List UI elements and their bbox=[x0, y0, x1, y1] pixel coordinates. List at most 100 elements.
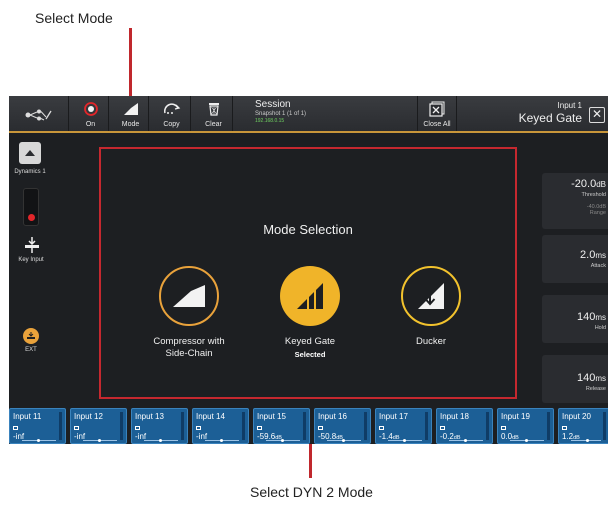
strip-meter bbox=[181, 412, 184, 440]
channel-strip[interactable]: Input 16 -50.8dB bbox=[314, 408, 371, 444]
hold-param[interactable]: 140ms Hold bbox=[542, 295, 608, 343]
copy-icon bbox=[163, 98, 181, 120]
ducker-icon bbox=[401, 266, 461, 326]
channel-name: Input 1 bbox=[557, 101, 582, 110]
dynamics-up-button[interactable] bbox=[19, 142, 41, 164]
routing-button[interactable] bbox=[9, 96, 69, 131]
strip-fader bbox=[510, 439, 544, 442]
key-input-icon bbox=[25, 237, 39, 253]
strip-select-icon bbox=[440, 426, 445, 430]
strip-select-icon bbox=[74, 426, 79, 430]
ext-label: EXT bbox=[25, 347, 37, 353]
close-all-icon bbox=[429, 98, 445, 120]
clear-button[interactable]: Clear bbox=[195, 96, 233, 131]
strip-fader bbox=[144, 439, 178, 442]
on-button[interactable]: On bbox=[73, 96, 109, 131]
top-toolbar: On Mode Copy Clear Session Snapshot 1 (1… bbox=[9, 96, 608, 133]
close-all-button[interactable]: Close All bbox=[417, 96, 457, 131]
key-input-label: Key Input bbox=[18, 257, 44, 263]
ducker-label: Ducker bbox=[415, 336, 447, 347]
channel-strip[interactable]: Input 11 -inf bbox=[9, 408, 66, 444]
strip-name: Input 13 bbox=[135, 412, 164, 421]
strip-name: Input 11 bbox=[13, 412, 42, 421]
channel-strips: Input 11 -inf Input 12 -inf Input 13 -inf I… bbox=[9, 408, 608, 444]
session-ip: 192.168.0.15 bbox=[255, 118, 285, 124]
strip-name: Input 19 bbox=[501, 412, 530, 421]
compressor-label-2: Side-Chain bbox=[165, 348, 213, 359]
strip-fader bbox=[22, 439, 56, 442]
on-label: On bbox=[85, 121, 96, 128]
session-title: Session bbox=[255, 99, 291, 110]
selected-badge: Selected bbox=[294, 350, 326, 359]
channel-strip[interactable]: Input 19 0.0dB bbox=[497, 408, 554, 444]
annotation-select-mode: Select Mode bbox=[35, 10, 113, 26]
strip-fader bbox=[83, 439, 117, 442]
strip-fader bbox=[449, 439, 483, 442]
strip-fader bbox=[266, 439, 300, 442]
strip-meter bbox=[547, 412, 550, 440]
panel-title: Mode Selection bbox=[263, 222, 353, 237]
ext-icon bbox=[27, 332, 35, 339]
strip-meter bbox=[364, 412, 367, 440]
release-value: 140ms bbox=[576, 372, 606, 384]
strip-name: Input 14 bbox=[196, 412, 225, 421]
channel-title: Input 1 Keyed Gate bbox=[519, 101, 582, 125]
threshold-value: -20.0dB bbox=[571, 178, 606, 190]
threshold-param[interactable]: -20.0dB Threshold -40.0dB Range bbox=[542, 173, 608, 229]
channel-strip[interactable]: Input 20 1.2dB bbox=[558, 408, 608, 444]
mode-icon bbox=[123, 98, 139, 120]
clear-label: Clear bbox=[205, 121, 222, 128]
keyed-gate-icon bbox=[280, 266, 340, 326]
mode-selection-panel: Mode Selection Compressor with Side-Chai… bbox=[99, 147, 517, 399]
strip-fader bbox=[327, 439, 361, 442]
session-info[interactable]: Session Snapshot 1 (1 of 1) 192.168.0.15 bbox=[255, 99, 306, 124]
range-label: Range bbox=[589, 210, 606, 216]
strip-meter bbox=[242, 412, 245, 440]
strip-select-icon bbox=[196, 426, 201, 430]
dynamics-label: Dynamics 1 bbox=[14, 169, 46, 175]
attack-param[interactable]: 2.0ms Attack bbox=[542, 235, 608, 283]
strip-meter bbox=[486, 412, 489, 440]
power-icon bbox=[83, 98, 99, 120]
mode-keyed-gate[interactable]: Keyed Gate Selected bbox=[265, 266, 355, 361]
strip-meter bbox=[425, 412, 428, 440]
strip-name: Input 20 bbox=[562, 412, 591, 421]
channel-strip[interactable]: Input 14 -inf bbox=[192, 408, 249, 444]
copy-label: Copy bbox=[163, 121, 180, 128]
triangle-up-icon bbox=[25, 150, 35, 156]
release-param[interactable]: 140ms Release bbox=[542, 355, 608, 403]
channel-strip[interactable]: Input 17 -1.4dB bbox=[375, 408, 432, 444]
ext-button[interactable] bbox=[23, 328, 39, 344]
annotation-line-top bbox=[129, 28, 132, 98]
copy-button[interactable]: Copy bbox=[153, 96, 191, 131]
channel-strip[interactable]: Input 13 -inf bbox=[131, 408, 188, 444]
close-icon[interactable]: ✕ bbox=[589, 107, 605, 123]
mode-label: Mode bbox=[121, 121, 140, 128]
strip-select-icon bbox=[501, 426, 506, 430]
strip-meter bbox=[303, 412, 306, 440]
strip-name: Input 16 bbox=[318, 412, 347, 421]
strip-select-icon bbox=[318, 426, 323, 430]
channel-strip[interactable]: Input 12 -inf bbox=[70, 408, 127, 444]
close-all-label: Close All bbox=[423, 121, 451, 128]
strip-name: Input 12 bbox=[74, 412, 103, 421]
strip-meter bbox=[59, 412, 62, 440]
session-snapshot: Snapshot 1 (1 of 1) bbox=[255, 111, 307, 117]
strip-fader bbox=[571, 439, 601, 442]
key-input-button[interactable] bbox=[21, 235, 43, 255]
strip-select-icon bbox=[13, 426, 18, 430]
mode-ducker[interactable]: Ducker bbox=[386, 266, 476, 348]
mode-compressor-sidechain[interactable]: Compressor with Side-Chain bbox=[144, 266, 234, 360]
channel-strip[interactable]: Input 15 -59.6dB bbox=[253, 408, 310, 444]
channel-strip[interactable]: Input 18 -0.2dB bbox=[436, 408, 493, 444]
strip-name: Input 18 bbox=[440, 412, 469, 421]
channel-mode: Keyed Gate bbox=[518, 111, 582, 125]
device-screen: On Mode Copy Clear Session Snapshot 1 (1… bbox=[9, 96, 608, 444]
mode-button[interactable]: Mode bbox=[113, 96, 149, 131]
annotation-select-dyn2-mode: Select DYN 2 Mode bbox=[250, 484, 373, 500]
hold-value: 140ms bbox=[576, 311, 606, 323]
compressor-label-1: Compressor with bbox=[153, 336, 225, 347]
meter-led bbox=[28, 214, 35, 221]
routing-icon bbox=[24, 104, 54, 126]
trash-icon bbox=[208, 98, 220, 120]
